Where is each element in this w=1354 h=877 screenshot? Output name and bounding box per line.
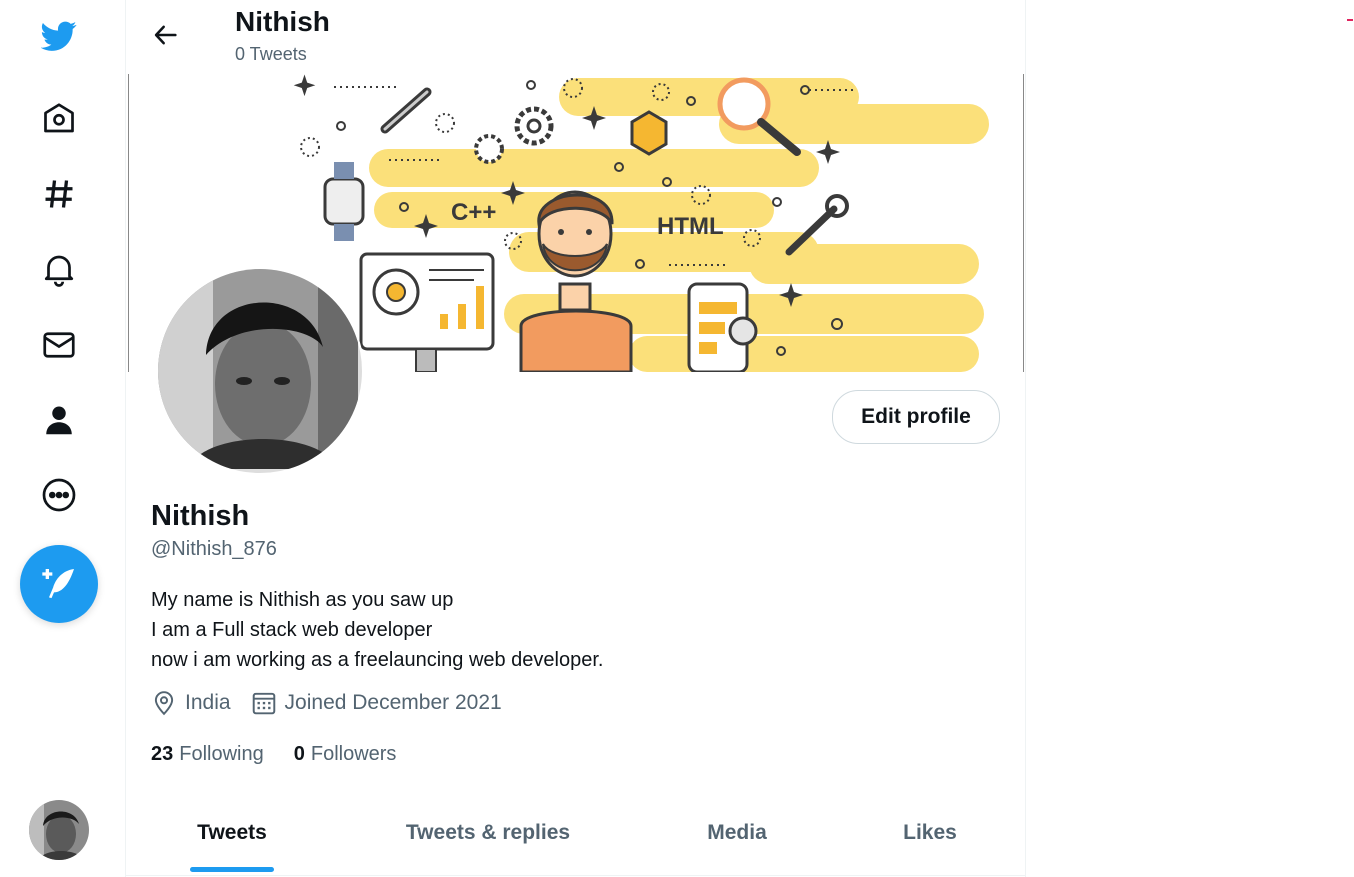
calendar-icon xyxy=(252,692,275,715)
tab-tweets[interactable]: Tweets xyxy=(166,790,298,875)
compose-tweet-button[interactable] xyxy=(20,545,98,623)
profile-bio: My name is Nithish as you saw up I am a … xyxy=(151,589,604,671)
sidebar-nav xyxy=(0,0,126,877)
profile-avatar[interactable] xyxy=(156,267,364,475)
banner-tag: HTML xyxy=(657,213,724,240)
account-avatar[interactable] xyxy=(29,800,89,860)
active-tab-indicator xyxy=(190,867,274,872)
profile-location: India xyxy=(185,691,231,714)
profile-handle: @Nithish_876 xyxy=(151,538,277,560)
location-pin-icon xyxy=(154,691,174,716)
back-button[interactable] xyxy=(146,15,186,55)
profile-tabs: Tweets Tweets & replies Media Likes xyxy=(126,790,1025,876)
person-icon[interactable] xyxy=(34,395,84,445)
follow-stats: 23 Following 0 Followers xyxy=(151,743,426,766)
following-count: 23 xyxy=(151,743,174,765)
bell-icon[interactable] xyxy=(34,244,84,294)
header-tweet-count: 0 Tweets xyxy=(235,44,307,64)
tab-media[interactable]: Media xyxy=(686,790,788,875)
notification-dot xyxy=(1347,19,1353,21)
following-link[interactable]: 23 Following xyxy=(151,743,264,766)
profile-joined-date: Joined December 2021 xyxy=(284,691,502,714)
profile-name: Nithish xyxy=(151,500,250,532)
more-circle-icon[interactable] xyxy=(34,470,84,520)
feather-plus-icon xyxy=(42,569,74,599)
envelope-icon[interactable] xyxy=(34,320,84,370)
header-title: Nithish xyxy=(235,6,330,37)
edit-profile-button[interactable]: Edit profile xyxy=(832,390,1000,444)
banner-tag: C++ xyxy=(451,199,496,226)
followers-label: Followers xyxy=(310,743,397,765)
twitter-bird-icon[interactable] xyxy=(34,11,84,61)
profile-header: Nithish 0 Tweets xyxy=(126,0,1025,74)
tab-tweets-replies[interactable]: Tweets & replies xyxy=(388,790,588,875)
hashtag-icon[interactable] xyxy=(34,169,84,219)
followers-count: 0 xyxy=(293,743,305,765)
arrow-left-icon xyxy=(154,25,177,45)
followers-link[interactable]: 0 Followers xyxy=(294,743,397,766)
following-label: Following xyxy=(179,743,264,765)
profile-column: Nithish 0 Tweets C++ HTML Edit profile N… xyxy=(125,0,1026,877)
tab-likes[interactable]: Likes xyxy=(886,790,974,875)
home-icon[interactable] xyxy=(34,94,84,144)
profile-meta: India Joined December 2021 xyxy=(151,690,502,716)
